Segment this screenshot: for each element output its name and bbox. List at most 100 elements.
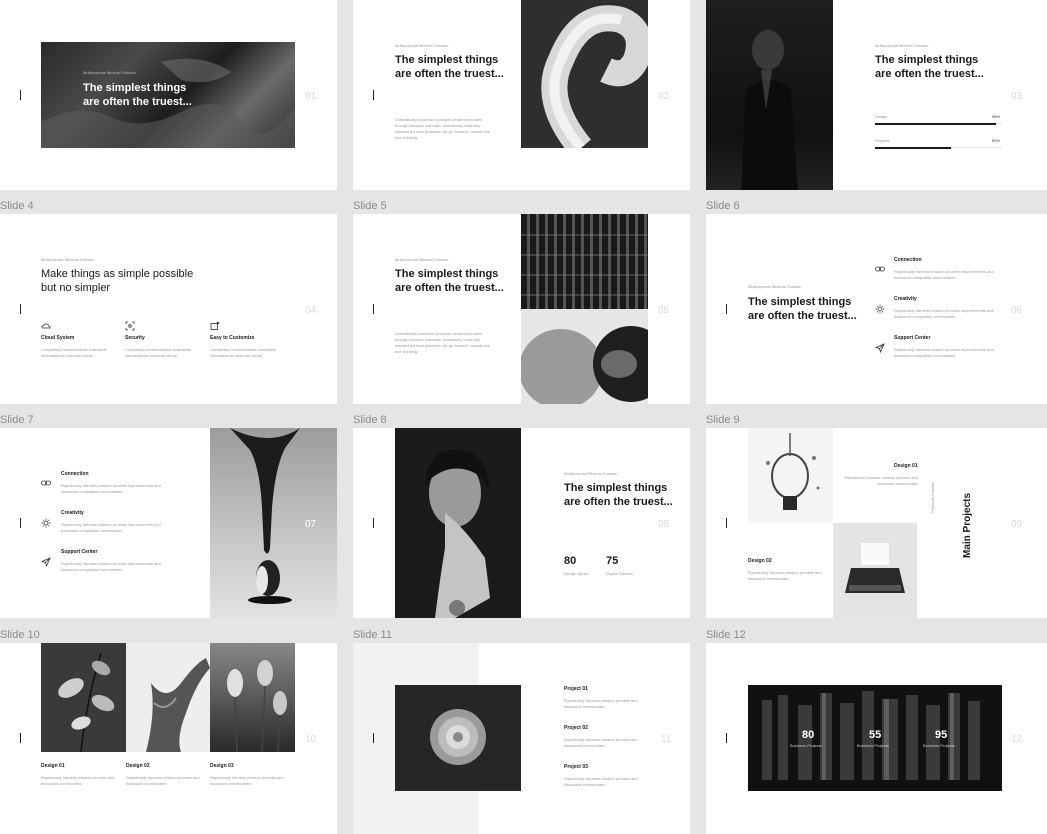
design-title: Design 03 bbox=[210, 763, 234, 769]
page-number: 01 bbox=[305, 91, 317, 102]
feature-title: Security bbox=[125, 335, 145, 341]
slide-kicker: Multipurpose Minimal Solution bbox=[395, 257, 449, 262]
spiral-image bbox=[521, 0, 648, 148]
feature-title: Easy to Customize bbox=[210, 335, 255, 341]
design-text: Rapidiously harness mission process and … bbox=[126, 775, 200, 786]
design-text: Rapidiously harness mission process and … bbox=[210, 775, 284, 786]
design-text: Rapidiously harness mission process and … bbox=[748, 570, 822, 581]
design-title: Design 01 bbox=[894, 463, 918, 469]
project-text: Rapidiously harness mission process and … bbox=[564, 737, 638, 748]
cloud-icon bbox=[41, 323, 51, 329]
stat-label: Business Projects bbox=[923, 743, 955, 748]
design-title: Design 01 bbox=[41, 763, 65, 769]
slide-label: Slide 8 bbox=[353, 414, 387, 426]
slide-5[interactable]: Multipurpose Minimal Solution The simple… bbox=[353, 214, 690, 404]
skill-value-design: 95% bbox=[992, 114, 1001, 119]
project-title: Project 02 bbox=[564, 725, 588, 731]
service-title: Creativity bbox=[61, 510, 84, 516]
sun-icon bbox=[875, 304, 885, 314]
slide-7[interactable]: Connection Rapidiously harness mission p… bbox=[0, 428, 337, 618]
accent-bar bbox=[20, 518, 21, 528]
service-title: Connection bbox=[894, 257, 922, 263]
tulips-image bbox=[210, 643, 295, 752]
accent-bar bbox=[20, 90, 21, 100]
slide-12[interactable]: 80 Business Projects 55 Business Project… bbox=[706, 643, 1047, 834]
page-number: 10 bbox=[305, 734, 317, 745]
feature-text: Completely reintermediate extensible inf… bbox=[125, 347, 191, 358]
portrait-image bbox=[706, 0, 833, 190]
slide-label: Slide 5 bbox=[353, 200, 387, 212]
link-icon bbox=[41, 480, 51, 486]
slide-4[interactable]: Multipurpose Minimal Solution Make thing… bbox=[0, 214, 337, 404]
feature-text: Completely reintermediate extensible inf… bbox=[41, 347, 107, 358]
slide-label: Slide 6 bbox=[706, 200, 740, 212]
slide-8[interactable]: Multipurpose Minimal Solution The simple… bbox=[353, 428, 690, 618]
service-text: Rapidiously harness mission process impr… bbox=[61, 522, 161, 533]
slide-headline: The simplest things are often the truest… bbox=[875, 54, 984, 80]
stat-value: 55 bbox=[869, 729, 882, 741]
slide-headline: The simplest things are often the truest… bbox=[564, 482, 673, 508]
leaves-image bbox=[41, 643, 126, 752]
skill-bar-projects bbox=[875, 146, 1002, 149]
stat-label: Pigma Themes bbox=[606, 571, 633, 576]
stat-value: 95 bbox=[935, 729, 948, 741]
slide-label: Slide 9 bbox=[706, 414, 740, 426]
service-text: Rapidiously harness mission process impr… bbox=[61, 561, 161, 572]
security-icon bbox=[125, 321, 135, 331]
service-title: Support Center bbox=[61, 549, 98, 555]
stat-value: 80 bbox=[564, 555, 577, 567]
accent-bar bbox=[20, 733, 21, 743]
slide-body: Dramatically maximize principle-centered… bbox=[395, 117, 491, 140]
slide-2[interactable]: Multipurpose Minimal Solution The simple… bbox=[353, 0, 690, 190]
slide-label: Slide 11 bbox=[353, 629, 392, 641]
paint-drip-image bbox=[210, 428, 337, 618]
service-text: Rapidiously harness mission process impr… bbox=[894, 269, 994, 280]
skill-bar-design bbox=[875, 122, 1002, 125]
page-number: 06 bbox=[1011, 305, 1023, 316]
skill-label-projects: Projects bbox=[875, 138, 890, 143]
stat-value: 80 bbox=[802, 729, 815, 741]
accent-bar bbox=[726, 304, 727, 314]
slide-label: Slide 4 bbox=[0, 200, 34, 212]
project-title: Project 03 bbox=[564, 764, 588, 770]
slide-label: Slide 7 bbox=[0, 414, 34, 426]
slide-label: Slide 12 bbox=[706, 629, 746, 641]
service-text: Rapidiously harness mission process impr… bbox=[894, 347, 994, 358]
feature-title: Cloud System bbox=[41, 335, 75, 341]
sun-icon bbox=[41, 518, 51, 528]
slide-headline: The simplest things are often the truest… bbox=[748, 296, 857, 322]
design-text: Rapidiously harness mission process and … bbox=[41, 775, 115, 786]
slide-kicker: Multipurpose Minimal Solution bbox=[83, 70, 137, 75]
stat-label: Business Projects bbox=[790, 743, 822, 748]
page-number: 05 bbox=[658, 305, 670, 316]
slide-headline: The simplest things are often the truest… bbox=[395, 54, 504, 80]
slide-9[interactable]: Design 01 Rapidiously harness mission pr… bbox=[706, 428, 1047, 618]
vertical-title: Main Projects bbox=[962, 492, 973, 558]
design-title: Design 02 bbox=[126, 763, 150, 769]
page-number: 12 bbox=[1011, 734, 1023, 745]
bulb-splash-image bbox=[748, 428, 833, 523]
typewriter-image bbox=[833, 523, 917, 618]
feature-text: Completely reintermediate extensible inf… bbox=[210, 347, 276, 358]
service-text: Rapidiously harness mission process impr… bbox=[61, 483, 161, 494]
service-text: Rapidiously harness mission process impr… bbox=[894, 308, 994, 319]
design-title: Design 02 bbox=[748, 558, 772, 564]
stat-label: Business Projects bbox=[857, 743, 889, 748]
slide-11[interactable]: Project 01 Rapidiously harness mission p… bbox=[353, 643, 690, 834]
sculpture-image bbox=[521, 309, 648, 404]
chairs-image bbox=[521, 214, 648, 309]
slide-body: Dramatically maximize principle-centered… bbox=[395, 331, 491, 354]
page-number: 07 bbox=[305, 519, 317, 530]
slide-1[interactable]: Multipurpose Minimal Solution The simple… bbox=[0, 0, 337, 190]
send-icon bbox=[875, 343, 885, 353]
customize-icon bbox=[210, 321, 220, 330]
slide-kicker: Multipurpose Minimal Solution bbox=[395, 43, 449, 48]
slide-6[interactable]: Multipurpose Minimal Solution The simple… bbox=[706, 214, 1047, 404]
slide-10[interactable]: Design 01 Rapidiously harness mission pr… bbox=[0, 643, 337, 834]
slide-kicker: Multipurpose Minimal Solution bbox=[748, 284, 802, 289]
slide-kicker: Multipurpose Minimal Solution bbox=[875, 43, 929, 48]
vertical-kicker: Personal Solution bbox=[930, 481, 935, 513]
service-title: Creativity bbox=[894, 296, 917, 302]
slide-3[interactable]: Multipurpose Minimal Solution The simple… bbox=[706, 0, 1047, 190]
project-text: Rapidiously harness mission process and … bbox=[564, 776, 638, 787]
